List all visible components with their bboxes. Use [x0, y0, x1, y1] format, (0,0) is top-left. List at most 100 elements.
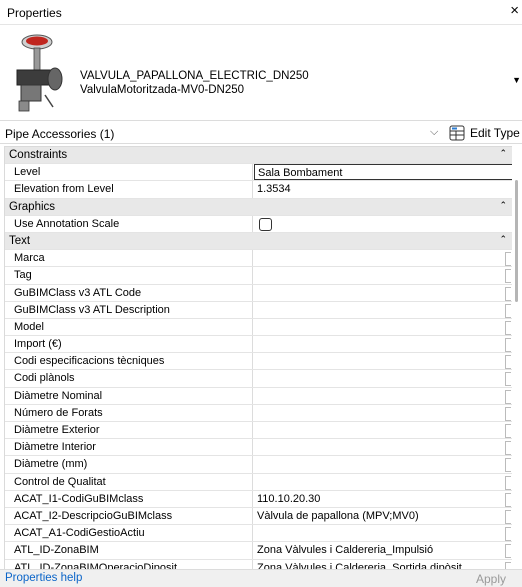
property-name: ACAT_I1-CodiGuBIMclass [5, 490, 253, 507]
value-edit-handle[interactable] [505, 320, 511, 335]
type-name: VALVULA_PAPALLONA_ELECTRIC_DN250 Valvula… [80, 69, 309, 97]
value-edit-handle[interactable] [505, 338, 511, 353]
property-name: GuBIMClass v3 ATL Code [5, 284, 253, 301]
property-grid: Constraints ⌃ Level Sala Bombament Eleva… [4, 146, 513, 570]
property-name: ACAT_I2-DescripcioGuBIMclass [5, 507, 253, 525]
level-value-input[interactable]: Sala Bombament [254, 164, 513, 181]
property-row: Use Annotation Scale [5, 215, 513, 233]
property-value[interactable]: Vàlvula de papallona (MPV;MV0) [254, 508, 513, 524]
property-value[interactable] [254, 319, 513, 335]
value-edit-handle[interactable] [505, 475, 511, 490]
group-graphics[interactable]: Graphics ⌃ [5, 198, 513, 216]
properties-help-link[interactable]: Properties help [5, 572, 82, 584]
group-label: Constraints [9, 149, 68, 161]
property-name: Elevation from Level [5, 181, 253, 198]
valve-icon [5, 29, 70, 114]
value-edit-handle[interactable] [505, 424, 511, 438]
property-name: Número de Forats [5, 404, 253, 421]
property-name: ACAT_A1-CodiGestioActiu [5, 525, 253, 542]
value-edit-handle[interactable] [505, 406, 511, 421]
property-value[interactable] [254, 370, 513, 386]
property-value[interactable]: 110.10.20.30 [254, 491, 513, 507]
value-edit-handle[interactable] [505, 441, 511, 456]
group-label: Text [9, 234, 31, 247]
property-value[interactable] [254, 422, 513, 438]
value-edit-handle[interactable] [505, 492, 511, 507]
property-value[interactable]: Zona Vàlvules i Caldereria_Impulsió [254, 542, 513, 558]
group-constraints[interactable]: Constraints ⌃ [5, 147, 513, 165]
edit-type-button[interactable]: Edit Type [449, 124, 520, 141]
annotation-scale-checkbox[interactable] [259, 217, 272, 231]
value-edit-handle[interactable] [505, 389, 511, 404]
property-value[interactable] [254, 353, 513, 369]
property-row: Codi especificacions tècniques [5, 353, 513, 371]
property-row: Tag [5, 267, 513, 285]
property-value [254, 216, 513, 232]
property-row: Elevation from Level 1.3534 [5, 181, 513, 199]
property-name: Use Annotation Scale [5, 215, 253, 232]
property-name: GuBIMClass v3 ATL Description [5, 301, 253, 318]
property-row: ACAT_I1-CodiGuBIMclass 110.10.20.30 [5, 490, 513, 508]
type-selector[interactable]: VALVULA_PAPALLONA_ELECTRIC_DN250 Valvula… [0, 25, 522, 121]
property-value[interactable]: 1.3534 [254, 181, 513, 197]
property-name: Level [5, 164, 253, 181]
apply-button[interactable]: Apply [476, 572, 506, 586]
value-edit-handle[interactable] [505, 252, 511, 267]
property-value[interactable] [254, 250, 513, 266]
group-label: Graphics [9, 200, 56, 213]
property-name: Diàmetre (mm) [5, 456, 253, 473]
property-row: Control de Qualitat [5, 473, 513, 491]
property-name: Import (€) [5, 336, 253, 353]
property-value[interactable] [254, 388, 513, 404]
property-row: ATL_ID-ZonaBIM Zona Vàlvules i Caldereria… [5, 542, 513, 560]
vertical-scrollbar[interactable] [512, 146, 522, 568]
close-icon[interactable]: × [510, 2, 519, 19]
property-value[interactable] [254, 525, 513, 541]
value-edit-handle[interactable] [505, 509, 511, 524]
value-edit-handle[interactable] [505, 269, 511, 284]
property-row: GuBIMClass v3 ATL Description [5, 301, 513, 319]
property-row: Diàmetre Exterior [5, 422, 513, 440]
property-value[interactable] [254, 285, 513, 301]
property-name: Diàmetre Exterior [5, 422, 253, 439]
property-value[interactable] [254, 456, 513, 472]
category-filter[interactable]: Pipe Accessories (1) ⌵ Edit Type [0, 123, 522, 144]
collapse-icon[interactable]: ⌃ [499, 234, 507, 245]
property-name: Diàmetre Nominal [5, 387, 253, 404]
collapse-icon[interactable]: ⌃ [499, 200, 507, 211]
chevron-down-icon[interactable]: ⌵ [430, 126, 438, 139]
group-text[interactable]: Text ⌃ [5, 232, 513, 251]
property-row: Diàmetre Nominal [5, 387, 513, 405]
property-value[interactable] [254, 336, 513, 352]
property-row: GuBIMClass v3 ATL Code [5, 284, 513, 302]
property-row: Codi plànols [5, 370, 513, 388]
window-title: Properties [7, 6, 62, 20]
value-edit-handle[interactable] [505, 544, 511, 559]
property-value[interactable] [254, 474, 513, 490]
property-row: Marca [5, 250, 513, 268]
value-edit-handle[interactable] [505, 458, 511, 473]
property-row: Diàmetre Interior [5, 439, 513, 457]
property-value[interactable] [254, 302, 513, 318]
value-edit-handle[interactable] [505, 286, 511, 301]
value-edit-handle[interactable] [505, 372, 511, 387]
footer: Properties help Apply [0, 569, 522, 587]
property-name: Control de Qualitat [5, 473, 253, 490]
type-name-secondary: ValvulaMotoritzada-MV0-DN250 [80, 84, 245, 96]
collapse-icon[interactable]: ⌃ [499, 148, 507, 159]
value-edit-handle[interactable] [505, 355, 511, 370]
triangle-down-icon[interactable]: ▼ [512, 75, 521, 85]
property-row: ACAT_A1-CodiGestioActiu [5, 525, 513, 543]
property-row: Diàmetre (mm) [5, 456, 513, 474]
value-edit-handle[interactable] [505, 527, 511, 542]
property-value[interactable] [254, 405, 513, 421]
property-name: Model [5, 318, 253, 336]
property-row: Import (€) [5, 336, 513, 354]
category-filter-label: Pipe Accessories (1) [5, 127, 115, 141]
property-value[interactable] [254, 267, 513, 283]
scrollbar-thumb[interactable] [515, 180, 518, 302]
property-row: ACAT_I2-DescripcioGuBIMclass Vàlvula de p… [5, 507, 513, 526]
property-value[interactable] [254, 439, 513, 455]
property-row: Número de Forats [5, 404, 513, 422]
value-edit-handle[interactable] [505, 303, 511, 318]
